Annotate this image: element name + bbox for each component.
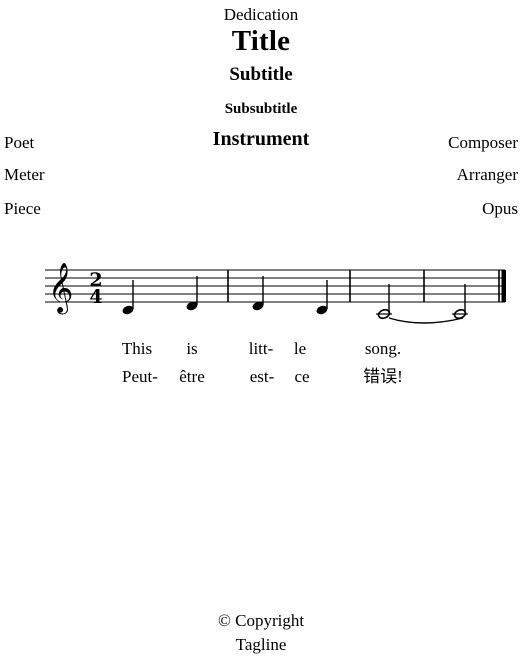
lyrics-verse-2: Peut-être est-ce 错误! — [0, 366, 522, 388]
staff-lines — [45, 269, 505, 303]
lyrics-verse-1: This is litt-le song. — [0, 338, 522, 360]
lyric-syllable: être — [179, 367, 205, 386]
lyric-syllable: is — [186, 339, 198, 358]
copyright-text: © Copyright — [217, 611, 305, 630]
note-quarter — [122, 280, 134, 315]
lyric-syllable: ce — [294, 367, 310, 386]
lyric-syllable: This — [121, 339, 153, 358]
time-signature: 2 4 — [89, 269, 102, 308]
lyric-syllable: 错误! — [363, 367, 403, 386]
lyric-syllable: est- — [249, 367, 275, 386]
lyric-syllable: Peut- — [122, 367, 158, 386]
ties — [388, 317, 464, 324]
lyric-syllable: litt- — [248, 339, 274, 358]
tagline-text: Tagline — [235, 635, 287, 654]
sheet-music-page: Dedication Title Subtitle Subsubtitle In… — [0, 0, 522, 670]
svg-text:𝄞: 𝄞 — [48, 263, 73, 315]
svg-text:4: 4 — [89, 286, 102, 308]
notes — [122, 276, 468, 320]
lyric-syllable: song. — [364, 339, 402, 358]
treble-clef-icon: 𝄞 — [48, 263, 73, 315]
note-quarter — [316, 280, 328, 315]
lyric-syllable: le — [293, 339, 307, 358]
final-barline-thick — [501, 270, 506, 302]
tie-c4 — [388, 317, 464, 324]
